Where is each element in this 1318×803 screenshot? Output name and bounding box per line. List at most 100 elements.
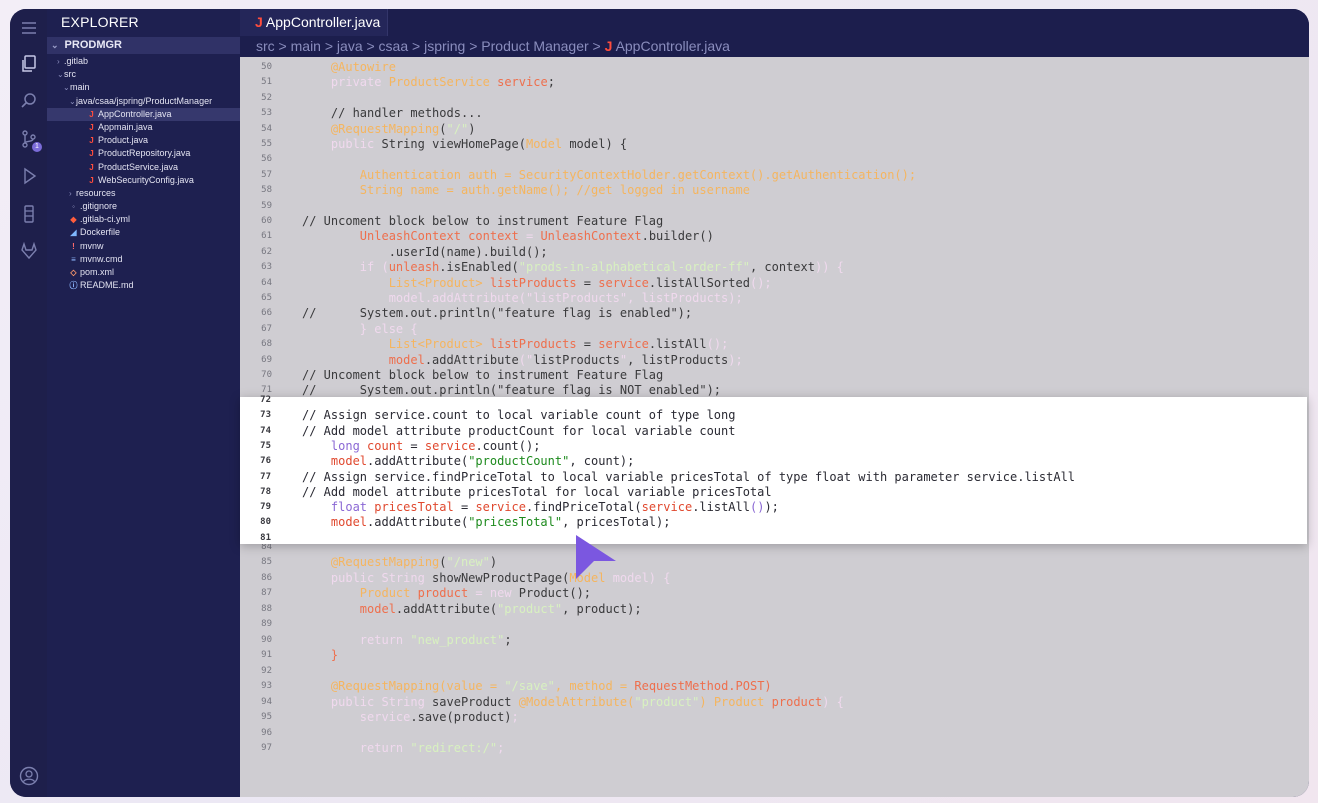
tree-item-label: resources: [76, 187, 116, 198]
file-type-icon: ⓘ: [69, 281, 78, 291]
line-number: 79: [260, 502, 271, 513]
code-line: 95 service.save(product);: [240, 710, 1309, 725]
tree-item[interactable]: J AppController.java: [47, 107, 240, 121]
code-text: // Uncoment block below to instrument Fe…: [302, 368, 664, 382]
tree-item-label: src: [64, 69, 76, 80]
code-line: 54 @RequestMapping("/"): [240, 122, 1309, 137]
line-number: 54: [261, 123, 272, 134]
line-number: 91: [261, 650, 272, 660]
pointer-cursor-icon: [574, 533, 618, 581]
tree-item-label: main: [70, 82, 90, 93]
tree-item[interactable]: ◇ pom.xml: [47, 266, 240, 279]
code-text: String name = auth.getName(); //get logg…: [359, 183, 750, 198]
file-type-icon: ◇: [70, 268, 77, 277]
tree-item[interactable]: J WebSecurityConfig.java: [47, 174, 240, 187]
code-text: long count = service.count();: [330, 438, 541, 453]
line-number: 57: [261, 169, 272, 180]
tree-item[interactable]: ≡ mvnw.cmd: [47, 253, 240, 266]
tree-item[interactable]: ⌄src: [47, 68, 240, 81]
file-tree: › .gitlab ⌄src ⌄main ⌄java/csaa/jspring/Prod…: [47, 55, 240, 292]
code-line: 85 @RequestMapping("/new"): [240, 555, 1309, 570]
tree-item-label: pom.xml: [80, 267, 115, 277]
code-line: 96: [240, 726, 1309, 741]
account-icon[interactable]: [19, 766, 39, 786]
line-number: 93: [261, 681, 272, 691]
highlighted-code-line: 76 model.addAttribute("productCount", co…: [240, 454, 1307, 469]
project-header[interactable]: ⌄ PRODMGR: [47, 37, 240, 54]
highlighted-code-line: 75 long count = service.count();: [240, 439, 1307, 454]
extensions-icon[interactable]: [18, 203, 40, 225]
file-type-icon: J: [89, 136, 94, 146]
code-text: // Add model attribute pricesTotal for l…: [302, 484, 772, 499]
code-text: } else {: [359, 321, 418, 336]
code-line: 69 model.addAttribute("listProducts", li…: [240, 353, 1309, 368]
tree-item-label: mvnw.cmd: [80, 253, 123, 264]
gitlab-icon[interactable]: [18, 240, 40, 262]
tree-item-label: .gitlab: [64, 56, 89, 66]
file-type-icon: J: [89, 109, 94, 119]
line-number: 94: [261, 697, 272, 707]
tree-item[interactable]: J ProductService.java: [47, 161, 240, 174]
line-number: 63: [261, 262, 272, 273]
chevron-down-icon: ⌄: [63, 83, 70, 93]
tree-item[interactable]: ⌄main: [47, 81, 240, 94]
tree-item[interactable]: J Appmain.java: [47, 121, 240, 134]
tree-item-label: Dockerfile: [80, 227, 121, 238]
tree-item[interactable]: ◆ .gitlab-ci.yml: [47, 213, 240, 226]
code-line: 63 if (unleash.isEnabled("prods-in-alpha…: [240, 260, 1309, 275]
code-line: 66 // System.out.println("feature flag is…: [240, 306, 1309, 321]
explorer-icon[interactable]: [18, 53, 40, 75]
code-line: 60 // Uncoment block below to instrument …: [240, 214, 1309, 229]
tree-item[interactable]: J ProductRepository.java: [47, 147, 240, 160]
line-number: 85: [261, 557, 272, 567]
line-number: 76: [260, 456, 271, 467]
line-number: 61: [261, 231, 272, 242]
code-text: @RequestMapping("/"): [330, 121, 476, 136]
code-line: 52: [240, 91, 1309, 106]
code-line: 61 UnleashContext context = UnleashConte…: [240, 229, 1309, 244]
java-file-icon: J: [604, 38, 613, 54]
tree-item-label: .gitlab-ci.yml: [80, 214, 131, 225]
tree-item[interactable]: ◢ Dockerfile: [47, 226, 240, 239]
tab-appcontroller[interactable]: J AppController.java: [240, 9, 388, 36]
tree-item[interactable]: ◦ .gitignore: [47, 200, 240, 213]
code-text: // handler methods...: [302, 106, 483, 121]
highlighted-code-line: 79 float pricesTotal = service.findPrice…: [240, 500, 1307, 515]
code-line: 70 // Uncoment block below to instrument …: [240, 368, 1309, 383]
line-number: 62: [261, 246, 272, 257]
code-line: 93 @RequestMapping(value = "/save", meth…: [240, 679, 1309, 694]
source-control-badge: 1: [32, 142, 42, 152]
breadcrumb[interactable]: src > main > java > csaa > jspring > Pro…: [240, 36, 1309, 57]
code-text: @RequestMapping("/new"): [330, 555, 498, 569]
chevron-down-icon: ⌄: [69, 96, 76, 106]
code-text: service.save(product);: [359, 710, 519, 724]
line-number: 60: [261, 216, 272, 226]
tree-item-label: Appmain.java: [98, 121, 153, 132]
line-number: 89: [261, 619, 272, 629]
code-line: 65 model.addAttribute("listProducts", li…: [240, 291, 1309, 306]
file-type-icon: J: [89, 175, 94, 185]
highlighted-code-line: 72: [240, 393, 1307, 408]
tree-item[interactable]: ⌄java/csaa/jspring/ProductManager: [47, 95, 240, 108]
code-line: 91 }: [240, 648, 1309, 663]
code-text: Product product = new Product();: [359, 586, 592, 600]
chevron-down-icon: ⌄: [51, 40, 59, 50]
tree-item-label: .gitignore: [80, 201, 118, 212]
line-number: 96: [261, 728, 272, 738]
code-text: List<Product> listProducts = service.lis…: [388, 275, 772, 290]
tree-item[interactable]: › resources: [47, 187, 240, 200]
tree-item[interactable]: J Product.java: [47, 134, 240, 147]
tree-item[interactable]: ⓘ README.md: [47, 279, 240, 292]
code-line: 53 // handler methods...: [240, 106, 1309, 121]
code-text: // System.out.println("feature flag is e…: [302, 306, 693, 321]
run-debug-icon[interactable]: [18, 165, 40, 187]
search-icon[interactable]: [18, 90, 40, 112]
menu-icon[interactable]: [18, 17, 40, 39]
code-text: // Assign service.findPriceTotal to loca…: [302, 469, 1076, 484]
tree-item[interactable]: ! mvnw: [47, 240, 240, 253]
code-line: 67 } else {: [240, 322, 1309, 337]
highlighted-code-line: 73 // Assign service.count to local varia…: [240, 408, 1307, 423]
line-number: 72: [260, 395, 271, 405]
tree-item[interactable]: › .gitlab: [47, 55, 240, 68]
code-text: }: [330, 648, 339, 662]
